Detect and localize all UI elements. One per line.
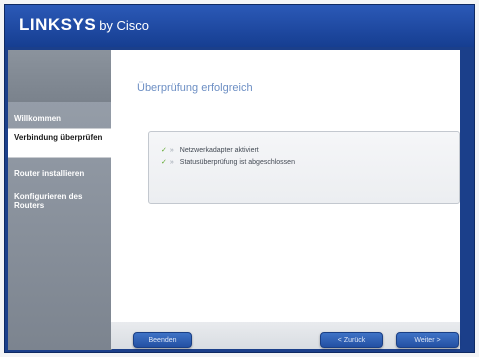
status-line: ✓» Statusüberprüfung ist abgeschlossen: [161, 158, 295, 166]
sidebar-item-konfigurieren[interactable]: Konfigurieren des Routers: [8, 188, 111, 214]
header-bar: LINKSYS by Cisco: [5, 5, 474, 47]
sidebar: Willkommen Verbindung überprüfen Router …: [8, 50, 112, 350]
status-text: Netzwerkadapter aktiviert: [179, 147, 259, 154]
sidebar-item-verbindung-ueberpruefen[interactable]: Verbindung überprüfen: [8, 128, 111, 158]
arrow-icon: »: [169, 159, 174, 166]
sidebar-item-router-installieren[interactable]: Router installieren: [8, 165, 111, 182]
next-button[interactable]: Weiter >: [396, 332, 459, 348]
sidebar-header: [8, 50, 111, 102]
back-button[interactable]: < Zurück: [320, 332, 383, 348]
sidebar-item-label: Willkommen: [14, 114, 62, 123]
status-panel: ✓» Netzwerkadapter aktiviert ✓» Statusüber…: [148, 131, 460, 204]
sidebar-item-label: Router installieren: [14, 169, 85, 178]
sidebar-item-label: Konfigurieren des Routers: [14, 192, 83, 211]
exit-button[interactable]: Beenden: [133, 332, 192, 348]
sidebar-item-label: Verbindung überprüfen: [14, 133, 103, 142]
checkmark-icon: ✓: [161, 159, 167, 166]
brand-name: LINKSYS: [19, 15, 97, 34]
content-area: Überprüfung erfolgreich ✓» Netzwerkadapte…: [111, 50, 460, 322]
brand-suffix: by Cisco: [99, 18, 150, 33]
sidebar-item-willkommen[interactable]: Willkommen: [8, 110, 111, 127]
status-line: ✓» Netzwerkadapter aktiviert: [161, 146, 259, 154]
brand-logo: LINKSYS by Cisco: [19, 15, 149, 35]
page-title: Überprüfung erfolgreich: [137, 82, 253, 94]
checkmark-icon: ✓: [161, 147, 167, 154]
arrow-icon: »: [169, 147, 174, 154]
status-text: Statusüberprüfung ist abgeschlossen: [179, 159, 295, 166]
